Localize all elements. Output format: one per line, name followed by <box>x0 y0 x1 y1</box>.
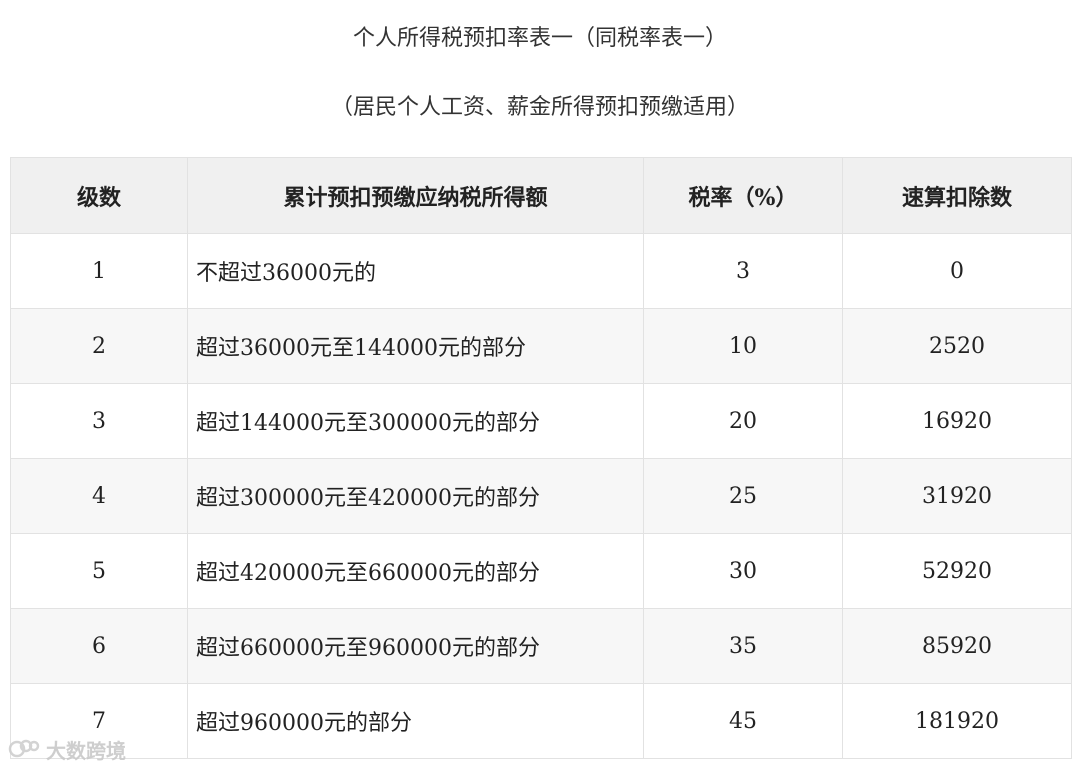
cell-quick-deduction: 16920 <box>842 383 1072 459</box>
table-row: 2 超过36000元至144000元的部分 10 2520 <box>10 308 1072 384</box>
cell-level: 2 <box>10 308 188 384</box>
cell-income-range: 超过36000元至144000元的部分 <box>187 308 644 384</box>
cell-quick-deduction: 181920 <box>842 683 1072 759</box>
cell-tax-rate: 45 <box>643 683 843 759</box>
table-row: 1 不超过36000元的 3 0 <box>10 233 1072 309</box>
table-header: 级数 累计预扣预缴应纳税所得额 税率（%） 速算扣除数 <box>10 157 1072 234</box>
cell-level: 5 <box>10 533 188 609</box>
cell-tax-rate: 30 <box>643 533 843 609</box>
cell-tax-rate: 10 <box>643 308 843 384</box>
table-row: 6 超过660000元至960000元的部分 35 85920 <box>10 608 1072 684</box>
tax-rate-table: 级数 累计预扣预缴应纳税所得额 税率（%） 速算扣除数 1 不超过36000元的… <box>10 157 1072 759</box>
cell-level: 6 <box>10 608 188 684</box>
page-subtitle: （居民个人工资、薪金所得预扣预缴适用） <box>330 95 749 120</box>
cell-quick-deduction: 85920 <box>842 608 1072 684</box>
watermark: 大数跨境 <box>8 734 126 764</box>
cell-quick-deduction: 0 <box>842 233 1072 309</box>
table-body: 1 不超过36000元的 3 0 2 超过36000元至144000元的部分 1… <box>10 233 1072 759</box>
cell-quick-deduction: 2520 <box>842 308 1072 384</box>
cell-tax-rate: 25 <box>643 458 843 534</box>
cell-income-range: 不超过36000元的 <box>187 233 644 309</box>
cell-tax-rate: 3 <box>643 233 843 309</box>
cell-income-range: 超过960000元的部分 <box>187 683 644 759</box>
table-row: 5 超过420000元至660000元的部分 30 52920 <box>10 533 1072 609</box>
cell-quick-deduction: 52920 <box>842 533 1072 609</box>
cell-level: 3 <box>10 383 188 459</box>
page-title: 个人所得税预扣率表一（同税率表一） <box>352 26 727 51</box>
cell-income-range: 超过144000元至300000元的部分 <box>187 383 644 459</box>
table-row: 3 超过144000元至300000元的部分 20 16920 <box>10 383 1072 459</box>
header-tax-rate: 税率（%） <box>643 157 843 234</box>
cell-income-range: 超过300000元至420000元的部分 <box>187 458 644 534</box>
table-row: 4 超过300000元至420000元的部分 25 31920 <box>10 458 1072 534</box>
cell-tax-rate: 20 <box>643 383 843 459</box>
header-level: 级数 <box>10 157 188 234</box>
cell-income-range: 超过420000元至660000元的部分 <box>187 533 644 609</box>
header-income-range: 累计预扣预缴应纳税所得额 <box>187 157 644 234</box>
header-quick-deduction: 速算扣除数 <box>842 157 1072 234</box>
header-row: 级数 累计预扣预缴应纳税所得额 税率（%） 速算扣除数 <box>10 157 1072 234</box>
link-logo-icon <box>8 738 42 760</box>
cell-quick-deduction: 31920 <box>842 458 1072 534</box>
cell-level: 1 <box>10 233 188 309</box>
table-row: 7 超过960000元的部分 45 181920 <box>10 683 1072 759</box>
cell-level: 4 <box>10 458 188 534</box>
cell-tax-rate: 35 <box>643 608 843 684</box>
cell-income-range: 超过660000元至960000元的部分 <box>187 608 644 684</box>
watermark-text: 大数跨境 <box>46 738 126 763</box>
